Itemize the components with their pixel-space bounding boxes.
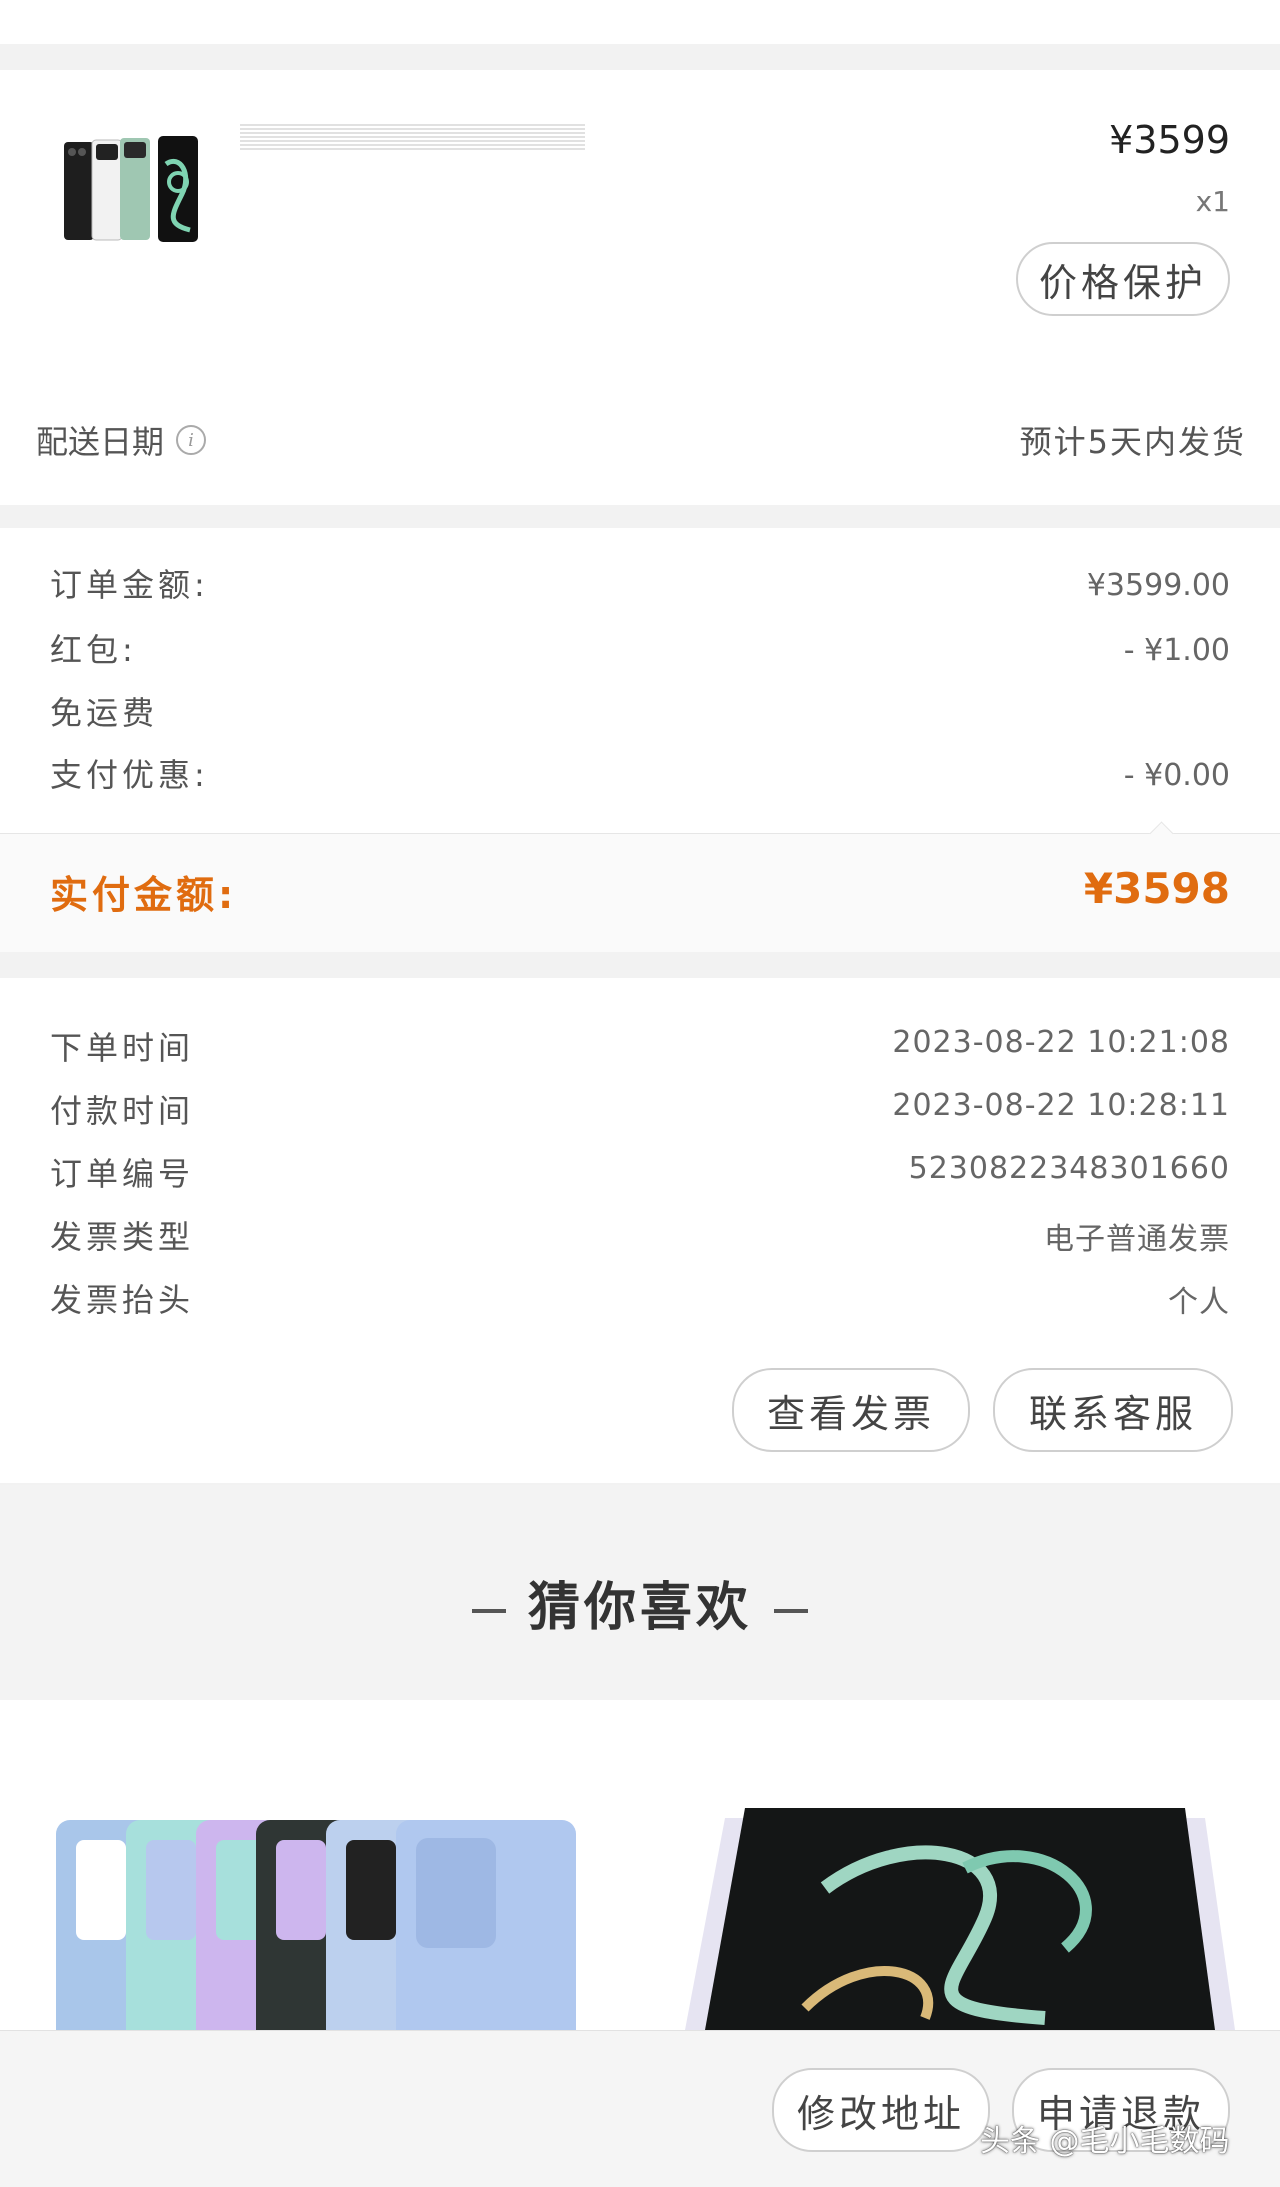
top-card-remnant <box>0 0 1280 44</box>
delivery-estimate: 预计5天内发货 <box>1019 423 1246 461</box>
order-info-row: 发票抬头 个人 <box>50 1275 1230 1325</box>
order-number-value[interactable]: 5230822348301660 <box>909 1151 1230 1186</box>
paid-amount-bar: 实付金额: ¥3598 <box>0 834 1280 952</box>
recommend-title-text: 猜你喜欢 <box>527 1578 752 1638</box>
divider <box>0 833 1280 834</box>
paid-amount-value: ¥3598 <box>1083 864 1230 913</box>
order-detail-page: ¥3599 x1 价格保护 配送日期 i 预计5天内发货 订单金额: ¥3599… <box>0 0 1280 2187</box>
recommend-title: 猜你喜欢 <box>0 1565 1280 1640</box>
price-protect-button[interactable]: 价格保护 <box>1016 242 1230 316</box>
red-packet-row: 红包: - ¥1.00 <box>50 625 1230 675</box>
red-packet-value: - ¥1.00 <box>1123 633 1230 668</box>
modify-address-button[interactable]: 修改地址 <box>772 2068 990 2152</box>
product-title-redacted <box>240 122 585 150</box>
order-amount-label: 订单金额: <box>50 566 209 604</box>
order-number-label: 订单编号 <box>50 1155 195 1193</box>
product-price: ¥3599 <box>1109 118 1230 162</box>
recommend-header: 猜你喜欢 <box>0 1485 1280 1700</box>
invoice-type-value: 电子普通发票 <box>1044 1222 1230 1257</box>
pay-discount-row: 支付优惠: - ¥0.00 <box>50 750 1230 800</box>
order-info-row: 订单编号 5230822348301660 <box>50 1149 1230 1199</box>
pay-discount-label: 支付优惠: <box>50 756 209 794</box>
info-icon[interactable]: i <box>176 425 207 455</box>
amount-card: 订单金额: ¥3599.00 红包: - ¥1.00 免运费 支付优惠: - ¥… <box>0 528 1280 833</box>
order-amount-value: ¥3599.00 <box>1086 568 1230 603</box>
invoice-title-value: 个人 <box>1168 1285 1230 1320</box>
dash-right <box>774 1609 808 1613</box>
order-amount-row: 订单金额: ¥3599.00 <box>50 560 1230 610</box>
view-invoice-button[interactable]: 查看发票 <box>732 1368 970 1452</box>
pay-time-label: 付款时间 <box>50 1092 195 1130</box>
order-time-value: 2023-08-22 10:21:08 <box>892 1025 1230 1060</box>
order-info-row: 付款时间 2023-08-22 10:28:11 <box>50 1086 1230 1136</box>
order-info-row: 发票类型 电子普通发票 <box>50 1212 1230 1262</box>
pay-time-value: 2023-08-22 10:28:11 <box>892 1088 1230 1123</box>
free-shipping-row: 免运费 <box>50 688 1230 738</box>
pay-discount-value: - ¥0.00 <box>1123 758 1230 793</box>
paid-amount-label: 实付金额: <box>50 873 238 917</box>
free-shipping-label: 免运费 <box>50 694 159 732</box>
order-time-label: 下单时间 <box>50 1029 195 1067</box>
delivery-date-label: 配送日期 i <box>36 417 207 463</box>
invoice-type-label: 发票类型 <box>50 1218 195 1256</box>
contact-service-button[interactable]: 联系客服 <box>993 1368 1233 1452</box>
order-info-row: 下单时间 2023-08-22 10:21:08 <box>50 1023 1230 1073</box>
delivery-date-text: 配送日期 <box>36 423 165 461</box>
product-thumbnail[interactable] <box>62 134 202 246</box>
tablet-product-image[interactable] <box>685 1808 1235 2030</box>
dash-left <box>471 1609 506 1613</box>
invoice-title-label: 发票抬头 <box>50 1281 195 1319</box>
phone-case-product-image[interactable] <box>56 1820 576 2030</box>
watermark: 头条 @毛小毛数码 <box>980 2124 1230 2159</box>
product-quantity: x1 <box>1195 185 1230 218</box>
red-packet-label: 红包: <box>50 631 137 669</box>
